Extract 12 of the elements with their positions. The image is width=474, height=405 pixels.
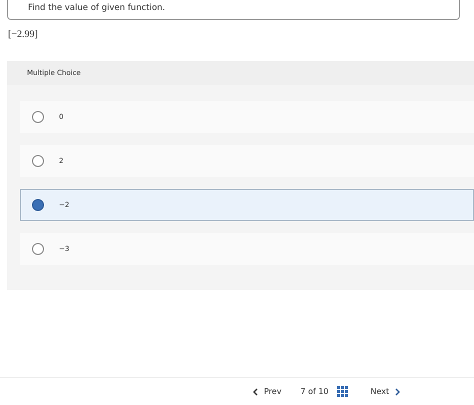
radio-button[interactable] (32, 111, 44, 123)
prompt-text: Find the value of given function. (28, 2, 166, 15)
next-button[interactable]: Next (362, 382, 410, 402)
page-position: 7 of 10 (299, 387, 330, 396)
chevron-right-icon (395, 388, 400, 396)
radio-button[interactable] (32, 155, 44, 167)
radio-button[interactable] (32, 243, 44, 255)
prev-button[interactable]: Prev (244, 382, 290, 402)
chevron-left-icon (253, 388, 258, 396)
radio-button[interactable] (32, 199, 44, 211)
expression: [−2.99] (8, 29, 39, 40)
grid-icon[interactable] (336, 386, 348, 397)
